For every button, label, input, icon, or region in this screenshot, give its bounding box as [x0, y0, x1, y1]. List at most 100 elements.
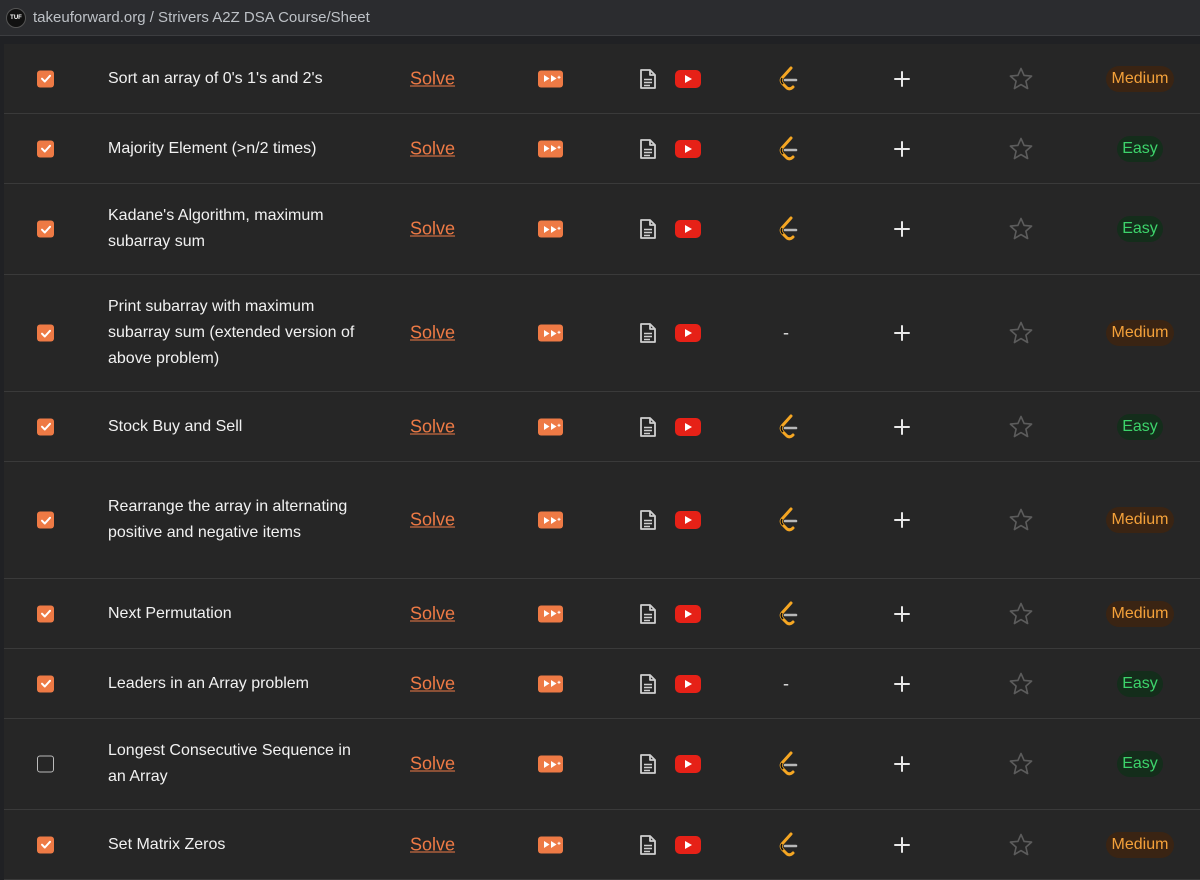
revision-star-icon[interactable]: [1008, 216, 1034, 242]
add-note-icon[interactable]: [894, 512, 910, 528]
problem-title: Longest Consecutive Sequence in an Array: [108, 742, 351, 785]
revision-star-icon[interactable]: [1008, 320, 1034, 346]
table-row: Leaders in an Array problem Solve - Easy: [4, 649, 1200, 719]
plus-video-icon[interactable]: [538, 836, 563, 853]
completed-checkbox[interactable]: [37, 140, 54, 157]
plus-video-icon[interactable]: [538, 140, 563, 157]
difficulty-badge: Medium: [1106, 600, 1174, 627]
revision-star-icon[interactable]: [1008, 601, 1034, 627]
revision-star-icon[interactable]: [1008, 66, 1034, 92]
completed-checkbox[interactable]: [37, 755, 54, 773]
revision-star-icon[interactable]: [1008, 832, 1034, 858]
completed-checkbox[interactable]: [37, 418, 54, 435]
difficulty-badge: Easy: [1117, 413, 1163, 440]
youtube-icon[interactable]: [675, 511, 701, 529]
completed-checkbox[interactable]: [37, 605, 54, 622]
add-note-icon[interactable]: [894, 325, 910, 341]
youtube-icon[interactable]: [675, 139, 701, 158]
youtube-icon[interactable]: [675, 835, 701, 854]
plus-video-icon[interactable]: [538, 755, 563, 773]
leetcode-icon[interactable]: [777, 66, 799, 92]
article-icon[interactable]: [639, 416, 657, 437]
completed-checkbox[interactable]: [37, 675, 54, 692]
difficulty-badge: Easy: [1117, 216, 1163, 242]
plus-video-icon[interactable]: [538, 605, 563, 622]
solve-link[interactable]: Solve: [410, 68, 455, 89]
article-icon[interactable]: [639, 834, 657, 855]
completed-checkbox[interactable]: [37, 836, 54, 853]
leetcode-icon[interactable]: [777, 507, 799, 533]
plus-video-icon[interactable]: [538, 324, 563, 342]
leetcode-icon[interactable]: [777, 414, 799, 440]
youtube-icon[interactable]: [675, 604, 701, 623]
table-row: Print subarray with maximum subarray sum…: [4, 275, 1200, 392]
revision-star-icon[interactable]: [1008, 507, 1034, 533]
solve-link[interactable]: Solve: [410, 219, 455, 240]
solve-link[interactable]: Solve: [410, 510, 455, 531]
add-note-icon[interactable]: [894, 756, 910, 772]
difficulty-badge: Medium: [1106, 507, 1174, 533]
completed-checkbox[interactable]: [37, 324, 54, 342]
article-icon[interactable]: [639, 603, 657, 624]
add-note-icon[interactable]: [894, 675, 910, 692]
revision-star-icon[interactable]: [1008, 671, 1034, 697]
completed-checkbox[interactable]: [37, 70, 54, 87]
solve-link[interactable]: Solve: [410, 603, 455, 624]
leetcode-icon[interactable]: [777, 601, 799, 627]
article-icon[interactable]: [639, 754, 657, 775]
add-note-icon[interactable]: [894, 140, 910, 157]
solve-link[interactable]: Solve: [410, 416, 455, 437]
difficulty-badge: Easy: [1117, 751, 1163, 777]
article-icon[interactable]: [639, 510, 657, 531]
table-row: Set Matrix Zeros Solve Medium: [4, 810, 1200, 880]
article-icon[interactable]: [639, 323, 657, 344]
table-row: Stock Buy and Sell Solve Easy: [4, 392, 1200, 462]
difficulty-badge: Medium: [1106, 320, 1174, 346]
youtube-icon[interactable]: [675, 674, 701, 693]
plus-video-icon[interactable]: [538, 511, 563, 529]
table-row: Majority Element (>n/2 times) Solve Easy: [4, 114, 1200, 184]
problem-title: Rearrange the array in alternating posit…: [108, 498, 348, 541]
breadcrumb: takeuforward.org / Strivers A2Z DSA Cour…: [33, 9, 370, 26]
plus-video-icon[interactable]: [538, 220, 563, 238]
youtube-icon[interactable]: [675, 417, 701, 436]
article-icon[interactable]: [639, 673, 657, 694]
plus-video-icon[interactable]: [538, 418, 563, 435]
table-row: Next Permutation Solve Medium: [4, 579, 1200, 649]
site-logo: TUF: [6, 7, 26, 28]
add-note-icon[interactable]: [894, 836, 910, 853]
revision-star-icon[interactable]: [1008, 136, 1034, 162]
solve-link[interactable]: Solve: [410, 323, 455, 344]
article-icon[interactable]: [639, 68, 657, 89]
add-note-icon[interactable]: [894, 221, 910, 237]
problem-title: Majority Element (>n/2 times): [108, 139, 317, 157]
table-row: Rearrange the array in alternating posit…: [4, 462, 1200, 579]
leetcode-icon[interactable]: [777, 136, 799, 162]
completed-checkbox[interactable]: [37, 511, 54, 529]
leetcode-placeholder: -: [783, 673, 789, 693]
leetcode-icon[interactable]: [777, 751, 799, 777]
solve-link[interactable]: Solve: [410, 834, 455, 855]
table-row: Kadane's Algorithm, maximum subarray sum…: [4, 184, 1200, 275]
add-note-icon[interactable]: [894, 70, 910, 87]
revision-star-icon[interactable]: [1008, 414, 1034, 440]
add-note-icon[interactable]: [894, 418, 910, 435]
add-note-icon[interactable]: [894, 605, 910, 622]
youtube-icon[interactable]: [675, 69, 701, 88]
youtube-icon[interactable]: [675, 755, 701, 773]
problem-title: Print subarray with maximum subarray sum…: [108, 298, 355, 367]
solve-link[interactable]: Solve: [410, 673, 455, 694]
solve-link[interactable]: Solve: [410, 754, 455, 775]
plus-video-icon[interactable]: [538, 675, 563, 692]
article-icon[interactable]: [639, 219, 657, 240]
youtube-icon[interactable]: [675, 220, 701, 238]
leetcode-icon[interactable]: [777, 832, 799, 858]
completed-checkbox[interactable]: [37, 220, 54, 238]
leetcode-icon[interactable]: [777, 216, 799, 242]
solve-link[interactable]: Solve: [410, 138, 455, 159]
youtube-icon[interactable]: [675, 324, 701, 342]
difficulty-badge: Medium: [1106, 831, 1174, 858]
revision-star-icon[interactable]: [1008, 751, 1034, 777]
article-icon[interactable]: [639, 138, 657, 159]
plus-video-icon[interactable]: [538, 70, 563, 87]
